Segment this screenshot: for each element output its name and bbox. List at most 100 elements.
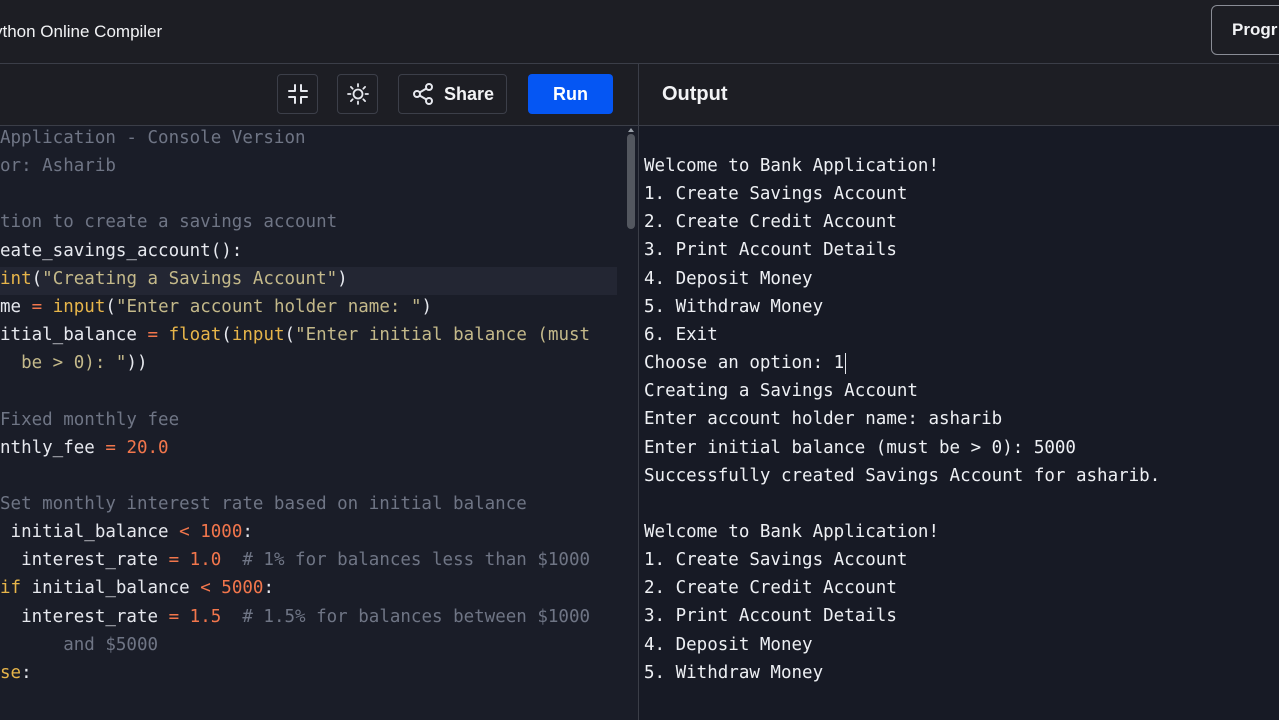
code-token: < bbox=[179, 522, 190, 543]
code-editor[interactable]: Application - Console Version or: Asharib… bbox=[0, 126, 638, 720]
output-line: Welcome to Bank Application! bbox=[644, 521, 940, 542]
code-line: if initial_balance < 5000: bbox=[0, 574, 274, 602]
output-line: 5. Withdraw Money bbox=[644, 662, 824, 683]
code-token: < bbox=[200, 578, 211, 599]
output-line: 1. Create Savings Account bbox=[644, 184, 908, 205]
output-line: 4. Deposit Money bbox=[644, 634, 813, 655]
code-token: "Enter initial balance (must bbox=[295, 325, 591, 346]
code-line: itial_balance = float(input("Enter initi… bbox=[0, 321, 590, 349]
code-token: input bbox=[52, 296, 106, 317]
output-line: Enter account holder name: asharib bbox=[644, 409, 1003, 430]
code-line: nthly_fee = 20.0 bbox=[0, 434, 169, 462]
code-token: ( bbox=[284, 325, 296, 346]
code-line: or: Asharib bbox=[0, 152, 116, 180]
code-token: interest_rate bbox=[0, 550, 169, 571]
code-token: tion to create a savings account bbox=[0, 212, 338, 233]
editor-scrollbar[interactable] bbox=[627, 134, 635, 229]
code-token: = bbox=[31, 296, 43, 317]
top-bar: ython Online Compiler Progr bbox=[0, 0, 1279, 64]
output-line: 4. Deposit Money bbox=[644, 268, 813, 289]
programiz-pro-button[interactable]: Progr bbox=[1211, 5, 1279, 55]
code-token: ) bbox=[337, 268, 348, 289]
code-line: initial_balance < 1000: bbox=[0, 518, 253, 546]
output-line: 1. Create Savings Account bbox=[644, 550, 908, 571]
code-line: interest_rate = 1.5 # 1.5% for balances … bbox=[0, 603, 590, 631]
code-token: initial_balance bbox=[0, 522, 180, 543]
code-token: nthly_fee bbox=[0, 437, 106, 458]
collapse-icon bbox=[287, 84, 308, 104]
code-token: interest_rate bbox=[0, 606, 169, 627]
code-token: = bbox=[168, 606, 180, 627]
code-token: ( bbox=[31, 268, 43, 289]
output-line: Choose an option: 1 bbox=[644, 352, 847, 374]
output-line: Successfully created Savings Account for… bbox=[644, 465, 1161, 486]
code-line: tion to create a savings account bbox=[0, 208, 337, 236]
code-token: ) bbox=[421, 296, 433, 317]
output-line: Enter initial balance (must be > 0): 500… bbox=[644, 437, 1076, 458]
code-line: Set monthly interest rate based on initi… bbox=[0, 490, 527, 518]
output-line: Welcome to Bank Application! bbox=[644, 156, 940, 176]
code-token: : bbox=[242, 522, 253, 543]
code-line: Application - Console Version bbox=[0, 126, 306, 152]
code-token: # 1% for balances less than $1000 bbox=[221, 550, 591, 571]
code-token: me bbox=[0, 296, 32, 317]
code-token: 5000 bbox=[221, 578, 264, 599]
output-line: 6. Exit bbox=[644, 324, 718, 345]
sun-icon bbox=[346, 83, 369, 105]
output-console[interactable]: Welcome to Bank Application! 1. Create Sa… bbox=[639, 126, 1279, 720]
code-token: initial_balance bbox=[21, 578, 201, 599]
toolbar: Share Run Output bbox=[0, 64, 1279, 126]
code-token: itial_balance bbox=[0, 325, 148, 346]
code-token: : bbox=[263, 578, 274, 599]
code-token: or: Asharib bbox=[0, 156, 116, 177]
code-token: 1000 bbox=[200, 522, 243, 543]
output-line: 5. Withdraw Money bbox=[644, 296, 824, 317]
theme-toggle-button[interactable] bbox=[337, 74, 378, 114]
code-token: Fixed monthly fee bbox=[0, 409, 180, 430]
code-token: input bbox=[231, 325, 285, 346]
code-token: 1.5 bbox=[189, 606, 222, 627]
code-token: be > 0): " bbox=[0, 353, 127, 374]
share-button[interactable]: Share bbox=[398, 74, 507, 114]
code-token: Application - Console Version bbox=[0, 128, 306, 148]
code-line: eate_savings_account(): bbox=[0, 237, 242, 265]
code-token: se bbox=[0, 662, 22, 683]
share-label: Share bbox=[443, 83, 495, 104]
fullscreen-exit-button[interactable] bbox=[277, 74, 318, 114]
code-token: # 1.5% for balances between $1000 bbox=[221, 606, 591, 627]
code-line: be > 0): ")) bbox=[0, 349, 148, 377]
code-token: float bbox=[168, 325, 222, 346]
code-line: Fixed monthly fee bbox=[0, 406, 179, 434]
scroll-up-arrow[interactable] bbox=[628, 128, 634, 132]
code-token: "Creating a Savings Account" bbox=[42, 268, 338, 289]
code-line: me = input("Enter account holder name: "… bbox=[0, 293, 432, 321]
run-button[interactable]: Run bbox=[528, 74, 613, 114]
code-token: eate_savings_account(): bbox=[0, 240, 243, 261]
output-line: 2. Create Credit Account bbox=[644, 578, 897, 599]
code-token: ( bbox=[221, 325, 232, 346]
output-line: Creating a Savings Account bbox=[644, 381, 918, 402]
code-token: 1.0 bbox=[189, 550, 222, 571]
code-token: if bbox=[0, 578, 22, 599]
code-token: = bbox=[147, 325, 159, 346]
code-token: 20.0 bbox=[126, 437, 169, 458]
output-line: 3. Print Account Details bbox=[644, 606, 897, 627]
code-token: int bbox=[0, 268, 32, 289]
share-icon bbox=[412, 83, 433, 105]
code-token: ( bbox=[105, 296, 116, 317]
code-token: : bbox=[21, 662, 32, 683]
code-token: )) bbox=[126, 353, 148, 374]
code-line: int("Creating a Savings Account") bbox=[0, 265, 348, 293]
output-line: 3. Print Account Details bbox=[644, 240, 897, 261]
code-token: = bbox=[168, 550, 180, 571]
code-token: "Enter account holder name: " bbox=[115, 296, 422, 317]
output-line: 2. Create Credit Account bbox=[644, 212, 897, 233]
code-line: and $5000 bbox=[0, 631, 158, 659]
